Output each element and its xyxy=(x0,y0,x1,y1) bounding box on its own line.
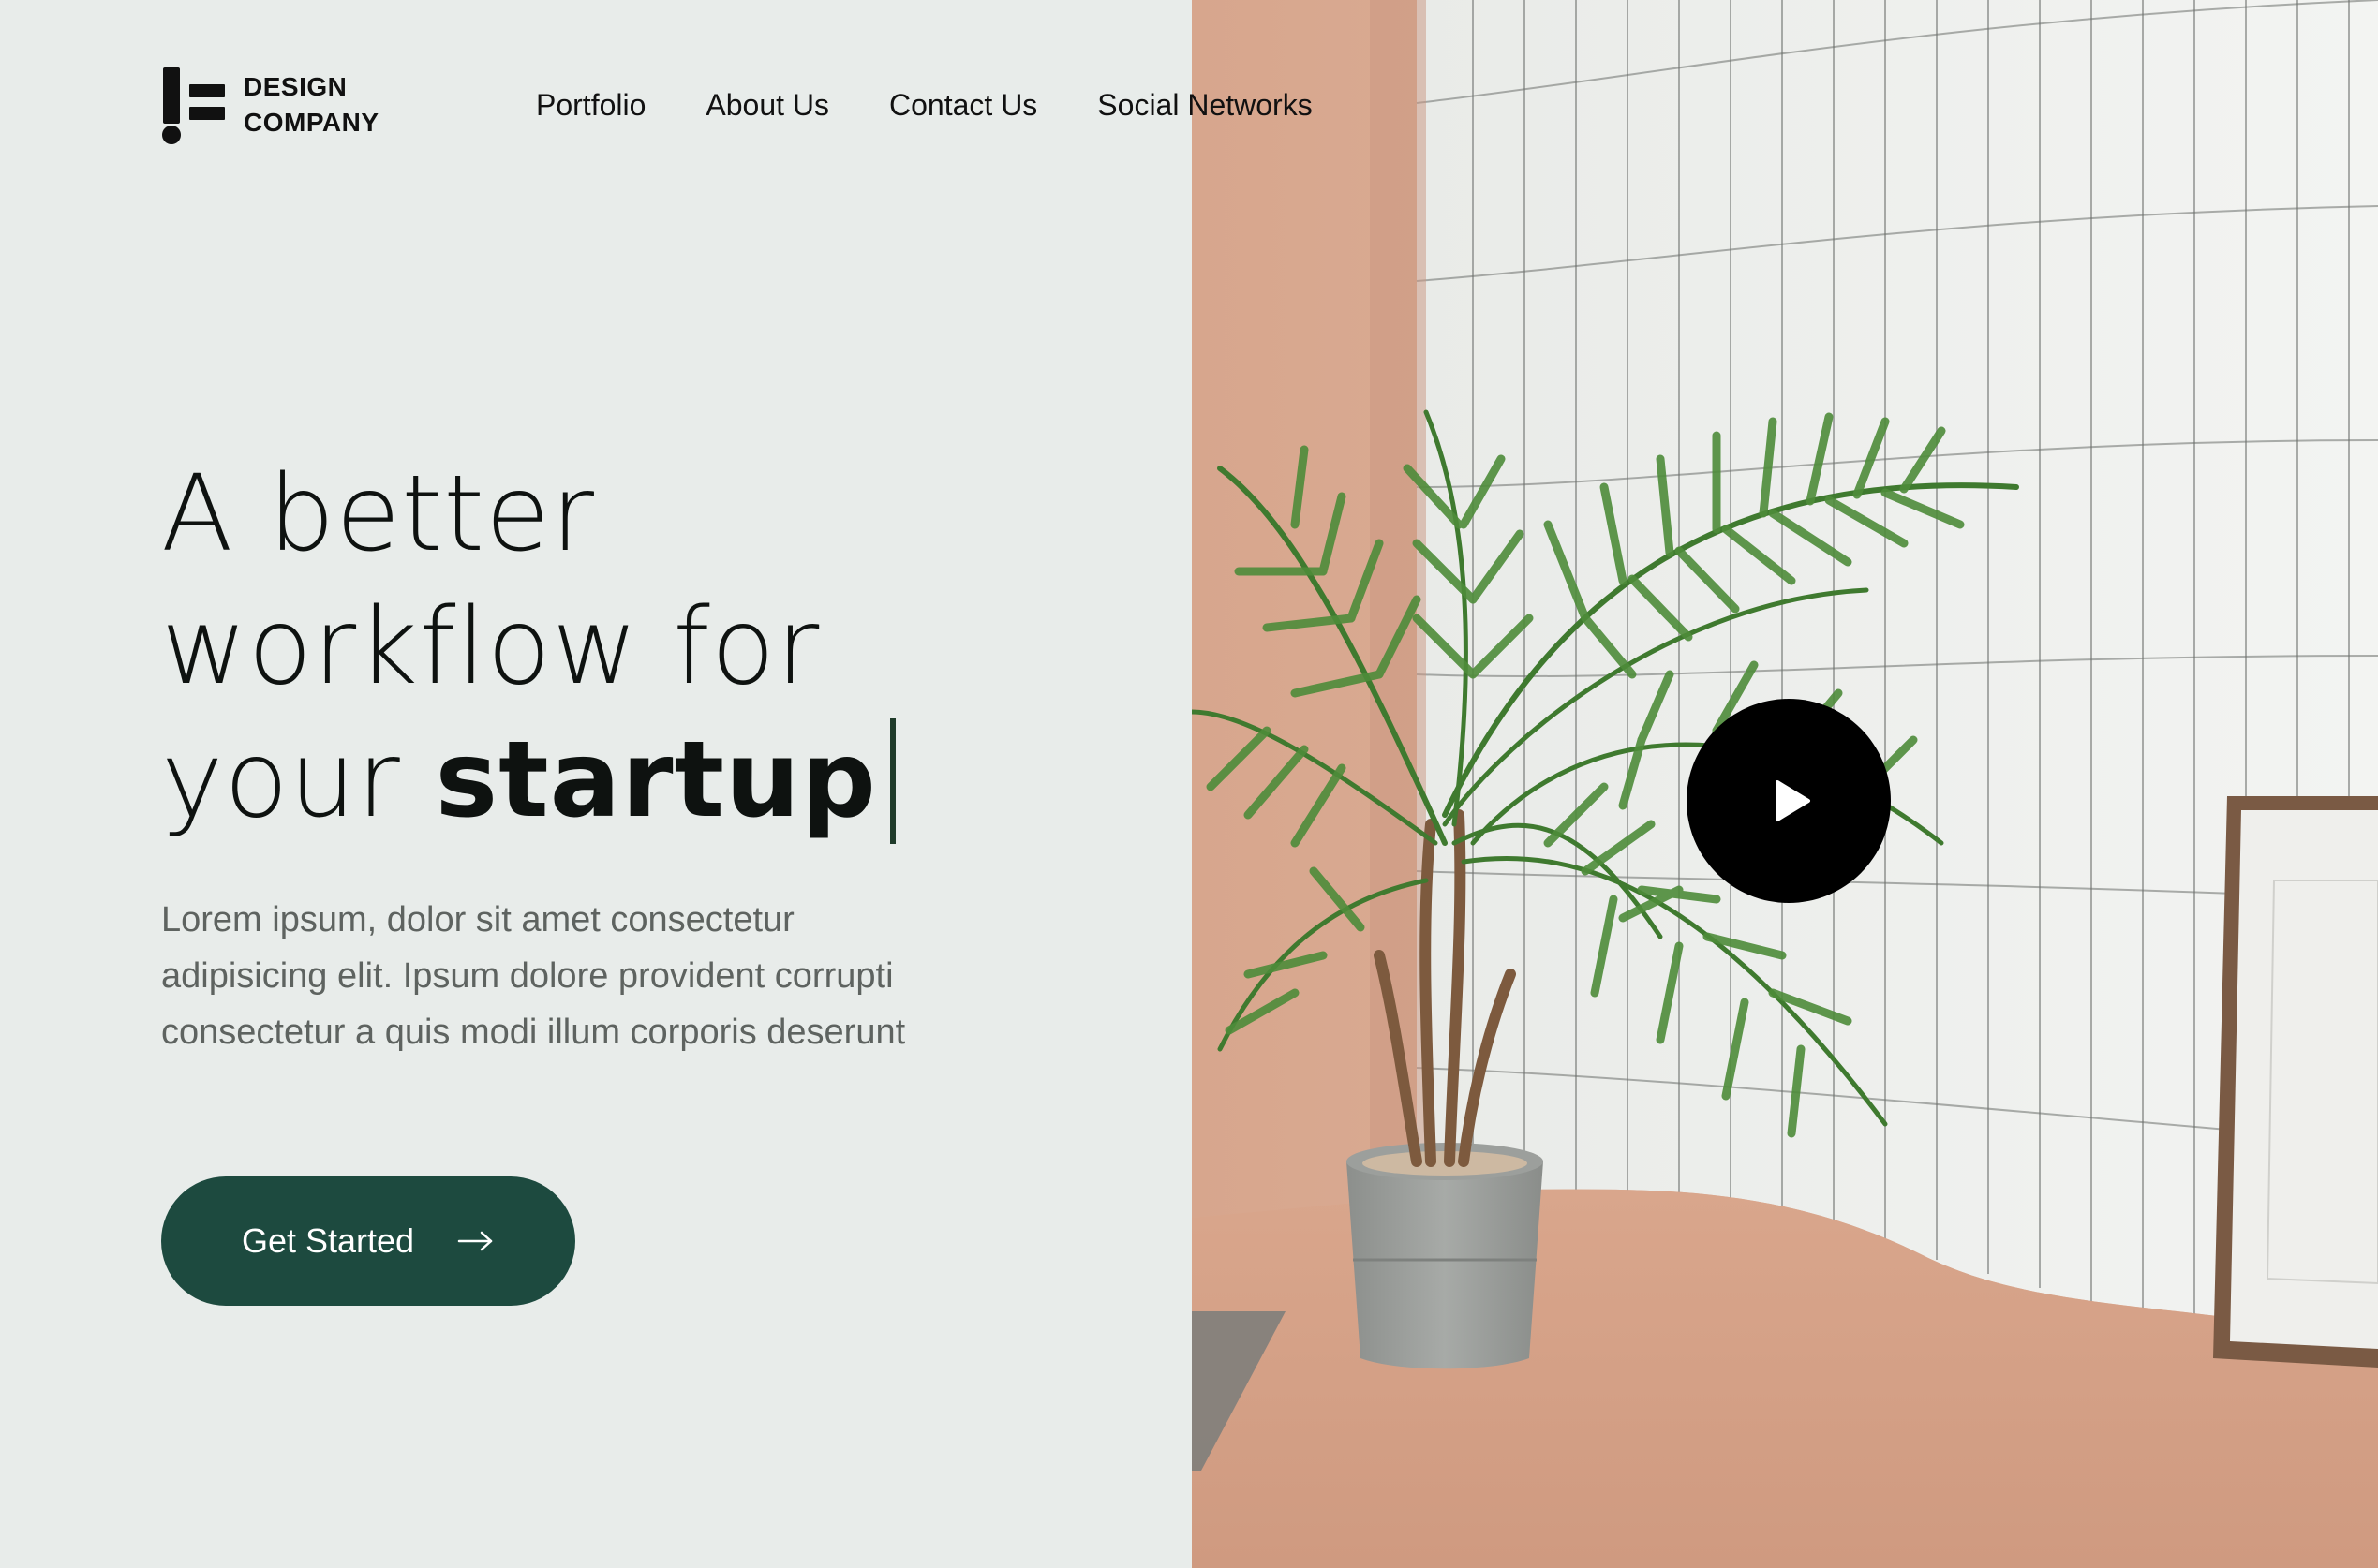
arrow-right-icon xyxy=(457,1231,493,1251)
logo-line-2: COMPANY xyxy=(244,108,379,137)
play-video-button[interactable] xyxy=(1687,699,1891,903)
nav-about-us[interactable]: About Us xyxy=(706,84,829,126)
play-icon xyxy=(1776,780,1810,821)
typing-caret xyxy=(889,718,896,844)
get-started-label: Get Started xyxy=(241,1221,415,1260)
hero-description: Lorem ipsum, dolor sit amet consectetur … xyxy=(161,900,906,1052)
landing-page: DESIGN COMPANY A better workflow for you… xyxy=(0,0,2378,1568)
nav-contact-us[interactable]: Contact Us xyxy=(889,84,1037,126)
get-started-button[interactable]: Get Started xyxy=(161,1176,575,1306)
logo-line-1: DESIGN xyxy=(244,72,348,101)
hero-title-line-3: your startup xyxy=(161,714,1098,847)
nav-social-networks[interactable]: Social Networks xyxy=(1097,84,1312,126)
main-nav: Portfolio About Us Contact Us Social Net… xyxy=(536,84,1313,126)
hero-title-light-word: your xyxy=(161,719,436,841)
hero-title-line-2: workflow for xyxy=(161,586,821,708)
hero-title-bold-word: startup xyxy=(435,719,877,841)
hero-title: A better workflow for your startup xyxy=(161,448,1098,847)
hero-left-pane: DESIGN COMPANY A better workflow for you… xyxy=(0,0,1192,1568)
nav-portfolio[interactable]: Portfolio xyxy=(536,84,646,126)
logo-text: DESIGN COMPANY xyxy=(244,69,379,141)
hero-title-line-1: A better xyxy=(161,453,595,575)
logo[interactable]: DESIGN COMPANY xyxy=(161,66,379,144)
logo-mark-icon xyxy=(162,67,225,144)
